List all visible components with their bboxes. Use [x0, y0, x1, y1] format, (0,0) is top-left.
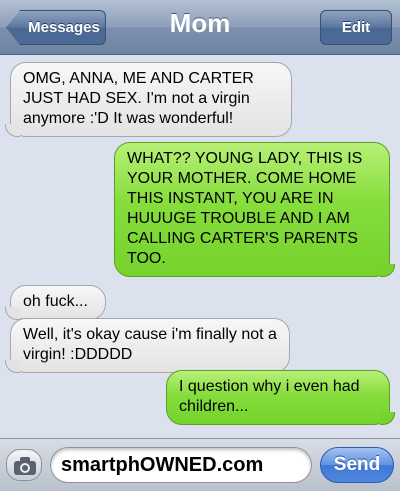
incoming-message: Well, it's okay cause i'm finally not a … — [5, 318, 290, 373]
camera-icon — [14, 457, 36, 475]
incoming-message: OMG, ANNA, ME AND CARTER JUST HAD SEX. I… — [5, 62, 292, 137]
conversation-thread[interactable]: OMG, ANNA, ME AND CARTER JUST HAD SEX. I… — [0, 56, 400, 438]
message-text-field[interactable]: smartphOWNED.com — [50, 447, 312, 483]
outgoing-message: I question why i even had children... — [166, 370, 395, 425]
navigation-bar: Messages Mom Edit — [0, 0, 400, 55]
edit-button[interactable]: Edit — [320, 10, 392, 45]
outgoing-message: WHAT?? YOUNG LADY, THIS IS YOUR MOTHER. … — [114, 142, 395, 277]
send-button[interactable]: Send — [320, 447, 394, 483]
camera-button[interactable] — [6, 449, 42, 481]
message-input-bar: smartphOWNED.com Send — [0, 438, 400, 491]
incoming-message: oh fuck... — [5, 285, 106, 320]
